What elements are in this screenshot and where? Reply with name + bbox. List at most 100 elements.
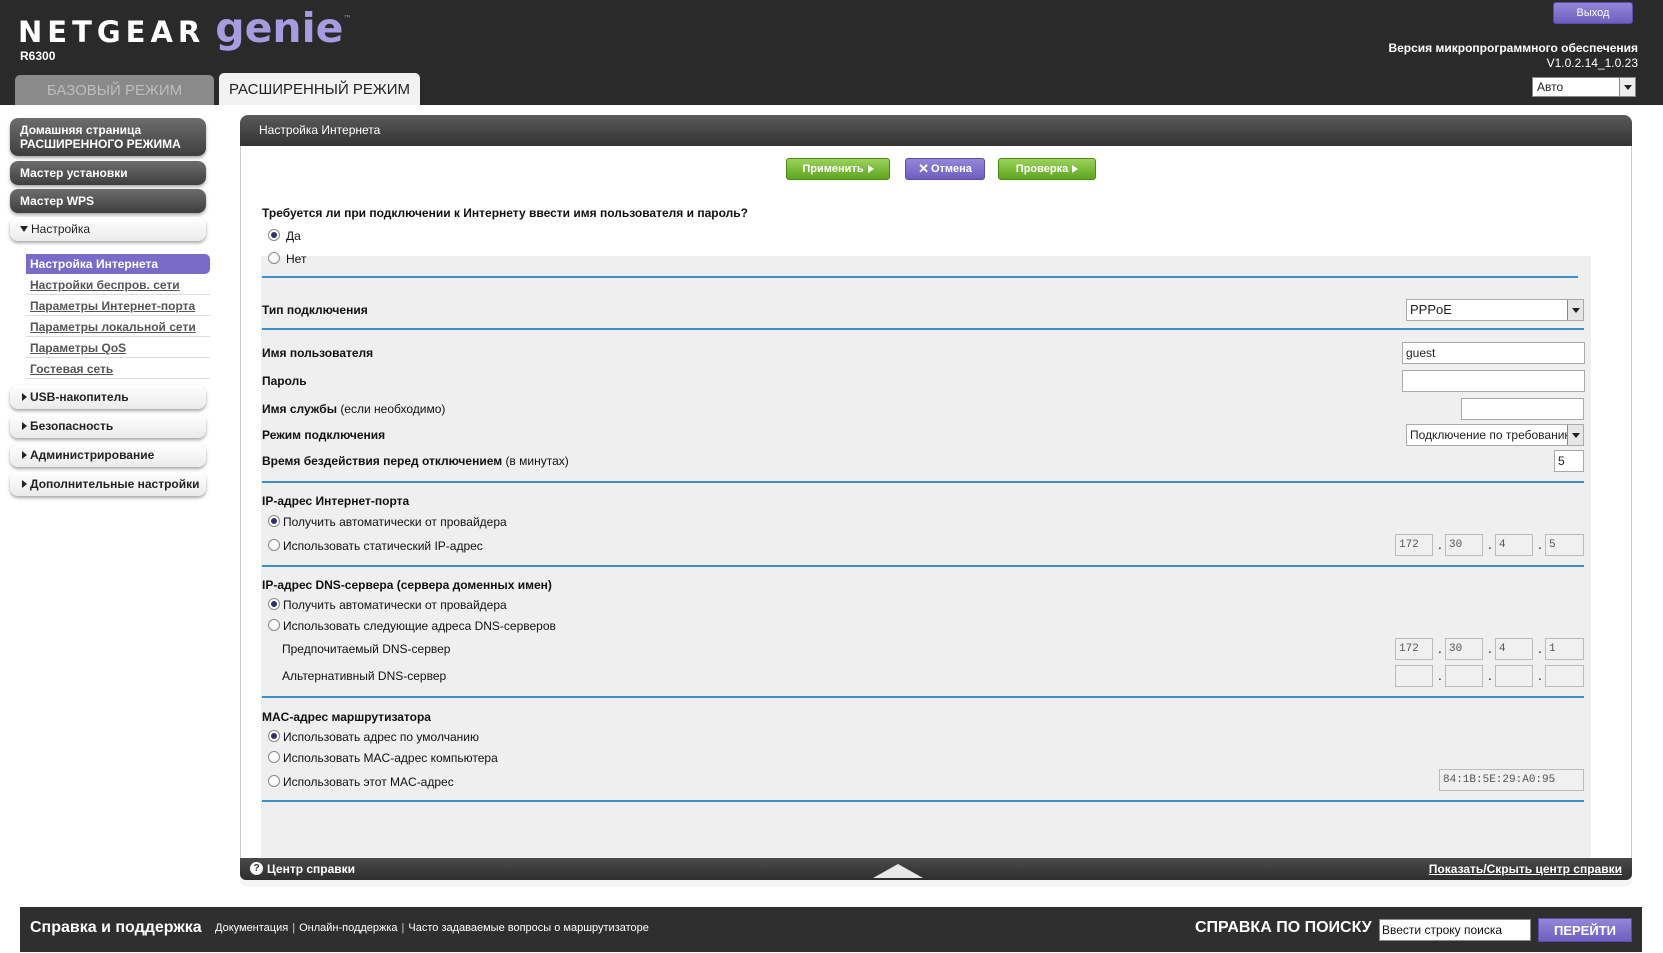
search-go-button[interactable]: ПЕРЕЙТИ	[1538, 918, 1632, 942]
faq-link[interactable]: Часто задаваемые вопросы о маршрутизатор…	[408, 922, 649, 934]
username-label: Имя пользователя	[262, 346, 374, 360]
service-name-label: Имя службы	[262, 402, 337, 416]
test-button[interactable]: Проверка	[998, 158, 1096, 180]
login-question: Требуется ли при подключении к Интернету…	[262, 206, 748, 220]
sidebar-item-administration[interactable]: Администрирование	[10, 443, 206, 467]
dns-section-title: IP-адрес DNS-сервера (сервера доменных и…	[262, 578, 552, 592]
sidebar-item-advanced-settings[interactable]: Дополнительные настройки	[10, 472, 206, 496]
radio-mac-custom[interactable]	[268, 775, 280, 787]
sidebar-item-lan-settings[interactable]: Параметры локальной сети	[26, 317, 210, 337]
service-name-label-row: Имя службы (если необходимо)	[262, 402, 445, 416]
dns-secondary-octet-4[interactable]	[1545, 665, 1584, 687]
chevron-down-icon[interactable]	[1567, 300, 1583, 320]
divider	[262, 696, 1584, 698]
radio-mac-computer[interactable]	[268, 751, 280, 763]
dns-secondary-octet-1[interactable]	[1395, 665, 1433, 687]
sidebar-item-guest-network[interactable]: Гостевая сеть	[26, 359, 210, 379]
documentation-link[interactable]: Документация	[215, 922, 288, 934]
dns-primary-octet-1[interactable]: 172	[1395, 638, 1433, 660]
ip-dot: .	[1488, 642, 1492, 656]
apply-button[interactable]: Применить	[786, 158, 890, 180]
help-toggle-link[interactable]: Показать/Скрыть центр справки	[1429, 862, 1622, 876]
idle-timeout-input[interactable]: 5	[1554, 450, 1584, 472]
mac-computer-label: Использовать MAC-адрес компьютера	[283, 751, 498, 765]
main-panel: Настройка Интернета ? Центр справки Пока…	[240, 115, 1632, 887]
radio-dns-auto[interactable]	[268, 598, 280, 610]
ip-dot: .	[1438, 642, 1442, 656]
triangle-right-icon	[22, 480, 27, 488]
online-support-link[interactable]: Онлайн-поддержка	[299, 922, 397, 934]
connection-mode-label: Режим подключения	[262, 428, 386, 442]
triangle-right-icon	[22, 393, 27, 401]
help-icon[interactable]: ?	[250, 862, 263, 875]
firmware-label: Версия микропрограммного обеспечения	[1388, 41, 1638, 55]
divider	[262, 800, 1584, 802]
ip-octet-1[interactable]: 172	[1395, 534, 1433, 556]
dns-primary-octet-4[interactable]: 1	[1545, 638, 1584, 660]
sidebar-item-advanced-home[interactable]: Домашняя страница РАСШИРЕННОГО РЕЖИМА	[10, 118, 206, 156]
sidebar-security-label: Безопасность	[30, 419, 114, 433]
dns-secondary-octet-2[interactable]	[1445, 665, 1483, 687]
chevron-down-icon[interactable]	[1619, 78, 1635, 96]
ip-octet-3[interactable]: 4	[1495, 534, 1533, 556]
sidebar-item-internet-port[interactable]: Параметры Интернет-порта	[26, 296, 210, 316]
ip-octet-4[interactable]: 5	[1545, 534, 1584, 556]
triangle-right-icon	[22, 422, 27, 430]
dns-secondary-label: Альтернативный DNS-сервер	[282, 669, 447, 683]
radio-login-no[interactable]	[268, 252, 280, 264]
sidebar-item-setup[interactable]: Настройка	[10, 217, 206, 241]
dns-primary-octet-3[interactable]: 4	[1495, 638, 1533, 660]
logout-button[interactable]: Выход	[1553, 2, 1633, 24]
sidebar-item-internet-setup[interactable]: Настройка Интернета	[26, 254, 210, 274]
radio-dns-manual[interactable]	[268, 619, 280, 631]
ip-dot: .	[1438, 669, 1442, 683]
sidebar-item-security[interactable]: Безопасность	[10, 414, 206, 438]
radio-yes-label: Да	[286, 229, 301, 243]
idle-timeout-note: (в минутах)	[505, 454, 569, 468]
password-input[interactable]	[1402, 370, 1585, 392]
sidebar: Домашняя страница РАСШИРЕННОГО РЕЖИМА Ма…	[0, 105, 235, 895]
sidebar-item-qos[interactable]: Параметры QoS	[26, 338, 210, 358]
service-name-input[interactable]	[1461, 398, 1584, 420]
radio-mac-default[interactable]	[268, 730, 280, 742]
sidebar-home-line1: Домашняя страница	[20, 123, 142, 137]
help-center-label[interactable]: Центр справки	[267, 862, 355, 876]
ip-octet-2[interactable]: 30	[1445, 534, 1483, 556]
search-input[interactable]: Ввести строку поиска	[1379, 919, 1531, 941]
dns-secondary-octet-3[interactable]	[1495, 665, 1533, 687]
ip-static-label: Использовать статический IP-адрес	[283, 539, 483, 553]
connection-type-select[interactable]: PPPoE	[1406, 299, 1584, 321]
service-name-note: (если необходимо)	[340, 402, 446, 416]
dns-primary-octet-2[interactable]: 30	[1445, 638, 1483, 660]
mac-address-input[interactable]: 84:1B:5E:29:A0:95	[1439, 769, 1584, 791]
divider	[262, 565, 1584, 567]
form-area	[261, 256, 1591, 868]
triangle-down-icon	[20, 226, 28, 232]
tab-basic-mode[interactable]: БАЗОВЫЙ РЕЖИМ	[15, 75, 214, 105]
tab-advanced-mode[interactable]: РАСШИРЕННЫЙ РЕЖИМ	[219, 73, 420, 105]
connection-type-label: Тип подключения	[262, 303, 368, 317]
radio-ip-static[interactable]	[268, 539, 280, 551]
firmware-version: V1.0.2.14_1.0.23	[1546, 56, 1638, 70]
idle-timeout-label: Время бездействия перед отключением	[262, 454, 503, 468]
dns-primary-label: Предпочитаемый DNS-сервер	[282, 642, 451, 656]
sidebar-item-wireless-settings[interactable]: Настройки беспров. сети	[26, 275, 210, 295]
connection-mode-select[interactable]: Подключение по требованию	[1406, 424, 1584, 446]
username-input[interactable]: guest	[1402, 342, 1585, 364]
ip-dot: .	[1488, 538, 1492, 552]
chevron-down-icon[interactable]	[1567, 425, 1583, 445]
mac-custom-label: Использовать этот MAC-адрес	[283, 775, 454, 789]
ip-dot: .	[1488, 669, 1492, 683]
ip-dot: .	[1538, 642, 1542, 656]
sidebar-item-usb-storage[interactable]: USB-накопитель	[10, 385, 206, 409]
cancel-button[interactable]: ✕ Отмена	[905, 158, 985, 180]
radio-login-yes[interactable]	[268, 229, 280, 241]
triangle-right-icon	[22, 451, 27, 459]
sidebar-item-setup-wizard[interactable]: Мастер установки	[10, 161, 206, 185]
cancel-label: Отмена	[930, 163, 972, 175]
language-select[interactable]: Авто	[1532, 77, 1636, 97]
chevron-up-icon[interactable]	[873, 864, 923, 878]
support-links: Документация | Онлайн-поддержка | Часто зада…	[215, 922, 649, 934]
sidebar-item-wps-wizard[interactable]: Мастер WPS	[10, 189, 206, 213]
radio-ip-auto[interactable]	[268, 515, 280, 527]
